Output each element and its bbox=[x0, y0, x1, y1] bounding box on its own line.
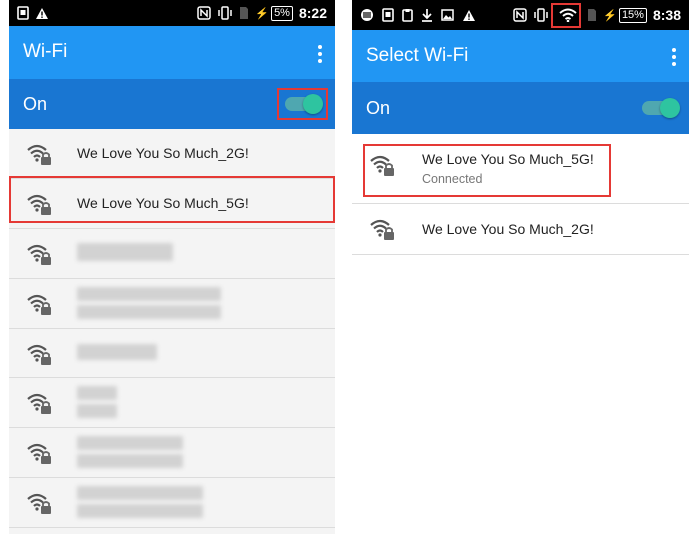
vibrate-icon bbox=[217, 6, 233, 20]
overflow-menu-icon[interactable] bbox=[671, 48, 677, 66]
network-ssid: We Love You So Much_5G! bbox=[422, 151, 594, 167]
hidden-network-row[interactable] bbox=[9, 378, 335, 429]
wifi-locked-icon bbox=[25, 342, 53, 366]
network-row[interactable]: We Love You So Much_2G! bbox=[9, 129, 335, 179]
blurred-ssid bbox=[77, 286, 221, 301]
sim-icon bbox=[587, 8, 597, 22]
status-bar: ⚡ 15% 8:38 bbox=[352, 0, 689, 30]
blurred-ssid bbox=[77, 504, 203, 519]
network-row[interactable]: We Love You So Much_2G! bbox=[352, 204, 689, 255]
app-bar: Wi-Fi bbox=[9, 26, 335, 79]
wifi-icon bbox=[555, 8, 581, 22]
clock: 8:22 bbox=[298, 5, 327, 21]
blurred-ssid bbox=[77, 343, 157, 360]
blurred-ssid bbox=[77, 486, 203, 501]
connection-status: Connected bbox=[422, 172, 483, 186]
hidden-network-row[interactable] bbox=[9, 478, 335, 529]
notification-icon bbox=[360, 8, 374, 22]
hidden-network-row[interactable] bbox=[9, 278, 335, 329]
left-phone-screen: ⚡ 5% 8:22 Wi-Fi On We Love You So Much_2… bbox=[9, 0, 335, 534]
overflow-menu-icon[interactable] bbox=[317, 45, 323, 63]
image-icon bbox=[441, 9, 454, 21]
wifi-toggle-bar[interactable]: On bbox=[352, 82, 689, 134]
battery-indicator: ⚡ 5% bbox=[255, 5, 293, 21]
wifi-locked-icon bbox=[25, 441, 53, 465]
wifi-locked-icon bbox=[368, 153, 396, 177]
blurred-ssid bbox=[77, 304, 221, 319]
nfc-icon bbox=[513, 8, 527, 22]
sim-icon bbox=[239, 6, 249, 20]
battery-indicator: ⚡ 15% bbox=[603, 7, 647, 23]
clock: 8:38 bbox=[652, 7, 681, 23]
charging-icon: ⚡ bbox=[603, 9, 617, 22]
warning-icon bbox=[462, 9, 476, 22]
hidden-network-row[interactable] bbox=[9, 228, 335, 279]
charging-icon: ⚡ bbox=[255, 7, 270, 20]
nfc-icon bbox=[197, 6, 212, 20]
wifi-toggle-switch[interactable] bbox=[285, 94, 323, 114]
wifi-locked-icon bbox=[368, 217, 396, 241]
blurred-ssid bbox=[77, 404, 117, 419]
wifi-locked-icon bbox=[25, 292, 53, 316]
network-ssid: We Love You So Much_5G! bbox=[77, 194, 249, 211]
hidden-network-row[interactable] bbox=[9, 428, 335, 479]
page-title: Select Wi-Fi bbox=[366, 45, 469, 66]
blurred-ssid bbox=[77, 242, 173, 261]
network-row[interactable]: We Love You So Much_5G! bbox=[9, 178, 335, 229]
vibrate-icon bbox=[533, 8, 549, 22]
status-bar: ⚡ 5% 8:22 bbox=[9, 0, 335, 26]
network-ssid: We Love You So Much_2G! bbox=[77, 145, 249, 161]
wifi-locked-icon bbox=[25, 142, 53, 166]
screenshot-icon bbox=[17, 6, 29, 20]
wifi-locked-icon bbox=[25, 192, 53, 216]
wifi-locked-icon bbox=[25, 491, 53, 515]
wifi-toggle-bar[interactable]: On bbox=[9, 79, 335, 129]
screenshot-icon bbox=[382, 8, 394, 22]
page-title: Wi-Fi bbox=[23, 41, 68, 62]
wifi-toggle-label: On bbox=[23, 94, 48, 114]
app-bar: Select Wi-Fi bbox=[352, 30, 689, 82]
wifi-locked-icon bbox=[25, 242, 53, 266]
battery-level: 5% bbox=[271, 5, 293, 21]
network-list: We Love You So Much_5G! Connected We Lov… bbox=[352, 134, 689, 255]
network-ssid: We Love You So Much_2G! bbox=[422, 221, 594, 237]
clipboard-icon bbox=[402, 8, 413, 22]
network-row-connected[interactable]: We Love You So Much_5G! Connected bbox=[352, 134, 689, 204]
blurred-ssid bbox=[77, 386, 117, 401]
network-list: We Love You So Much_2G! We Love You So M… bbox=[9, 129, 335, 529]
battery-level: 15% bbox=[618, 7, 647, 23]
download-icon bbox=[421, 8, 433, 22]
wifi-toggle-label: On bbox=[366, 98, 391, 118]
hidden-network-row[interactable] bbox=[9, 328, 335, 379]
wifi-toggle-switch[interactable] bbox=[642, 98, 680, 118]
right-phone-screen: ⚡ 15% 8:38 Select Wi-Fi On We Love You S… bbox=[352, 0, 689, 260]
warning-icon bbox=[35, 7, 49, 20]
blurred-ssid bbox=[77, 454, 183, 469]
blurred-ssid bbox=[77, 436, 183, 451]
wifi-locked-icon bbox=[25, 391, 53, 415]
